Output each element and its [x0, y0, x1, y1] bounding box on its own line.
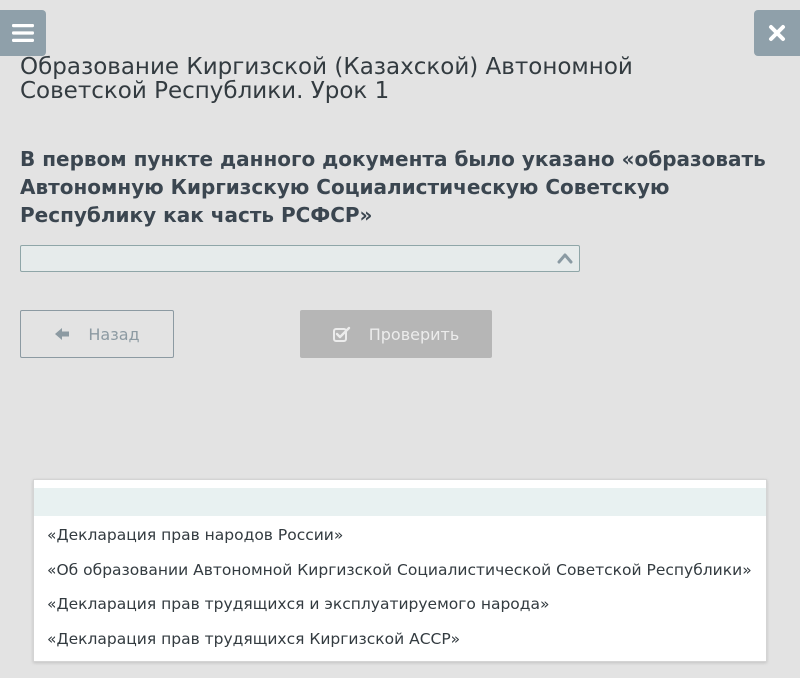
- checkbox-check-icon: [332, 326, 350, 342]
- close-icon: [769, 25, 785, 41]
- answer-dropdown-list: «Декларация прав народов России» «Об обр…: [33, 479, 767, 662]
- dropdown-option-empty[interactable]: [34, 488, 766, 516]
- check-button[interactable]: Проверить: [300, 310, 492, 358]
- dropdown-option[interactable]: «Об образовании Автономной Киргизской Со…: [34, 553, 766, 588]
- hamburger-icon: [12, 24, 34, 42]
- dropdown-option[interactable]: «Декларация прав народов России»: [34, 518, 766, 553]
- dropdown-option[interactable]: «Декларация прав трудящихся Киргизской А…: [34, 622, 766, 657]
- back-button-label: Назад: [88, 324, 140, 344]
- question-text: В первом пункте данного документа было у…: [20, 147, 766, 227]
- check-button-label: Проверить: [368, 324, 460, 344]
- close-button[interactable]: [754, 10, 800, 56]
- dropdown-option[interactable]: «Декларация прав трудящихся и эксплуатир…: [34, 587, 766, 622]
- chevron-up-icon: [557, 253, 573, 264]
- page-title: Образование Киргизской (Казахской) Автон…: [20, 54, 633, 104]
- answer-select[interactable]: [20, 245, 580, 272]
- back-button[interactable]: Назад: [20, 310, 174, 358]
- arrow-left-icon: [55, 328, 70, 340]
- menu-button[interactable]: [0, 10, 46, 56]
